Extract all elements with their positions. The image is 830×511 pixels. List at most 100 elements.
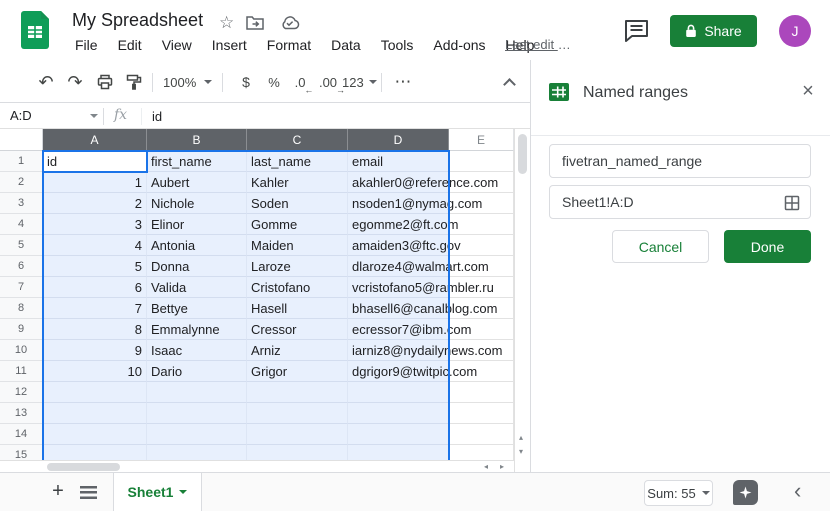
- cell-C2[interactable]: Kahler: [247, 172, 348, 193]
- cell-D12[interactable]: [348, 382, 449, 403]
- horizontal-scrollbar-thumb[interactable]: [47, 463, 120, 471]
- cell-D7[interactable]: vcristofano5@rambler.ru: [348, 277, 449, 298]
- cell-B10[interactable]: Isaac: [147, 340, 247, 361]
- cell-A10[interactable]: 9: [43, 340, 147, 361]
- horizontal-scrollbar[interactable]: ◂ ▸: [0, 460, 514, 472]
- all-sheets-icon[interactable]: [80, 486, 97, 499]
- cell-E13[interactable]: [449, 403, 514, 424]
- menu-item-data[interactable]: Data: [328, 36, 364, 54]
- star-icon[interactable]: ☆: [219, 13, 234, 33]
- print-icon[interactable]: [92, 69, 118, 95]
- cell-B8[interactable]: Bettye: [147, 298, 247, 319]
- cell-B14[interactable]: [147, 424, 247, 445]
- cell-B9[interactable]: Emmalynne: [147, 319, 247, 340]
- cell-A11[interactable]: 10: [43, 361, 147, 382]
- cell-D4[interactable]: egomme2@ft.com: [348, 214, 449, 235]
- range-name-input[interactable]: fivetran_named_range: [549, 144, 811, 178]
- cell-A12[interactable]: [43, 382, 147, 403]
- cell-A7[interactable]: 6: [43, 277, 147, 298]
- cell-A4[interactable]: 3: [43, 214, 147, 235]
- column-header-b[interactable]: B: [147, 129, 247, 151]
- menu-item-insert[interactable]: Insert: [209, 36, 250, 54]
- explore-button[interactable]: [733, 480, 758, 505]
- cancel-button[interactable]: Cancel: [612, 230, 709, 263]
- cell-C3[interactable]: Soden: [247, 193, 348, 214]
- chevron-left-icon[interactable]: ‹: [794, 478, 801, 504]
- cell-B7[interactable]: Valida: [147, 277, 247, 298]
- row-header-11[interactable]: 11: [0, 361, 43, 382]
- cell-D2[interactable]: akahler0@reference.com: [348, 172, 449, 193]
- number-format-button[interactable]: 123: [342, 69, 377, 95]
- menu-item-add-ons[interactable]: Add-ons: [430, 36, 488, 54]
- row-header-2[interactable]: 2: [0, 172, 43, 193]
- menu-item-tools[interactable]: Tools: [378, 36, 417, 54]
- row-header-10[interactable]: 10: [0, 340, 43, 361]
- cell-B5[interactable]: Antonia: [147, 235, 247, 256]
- column-header-e[interactable]: E: [449, 129, 514, 151]
- row-header-4[interactable]: 4: [0, 214, 43, 235]
- increase-decimal-button[interactable]: .00→: [315, 69, 341, 95]
- cell-A6[interactable]: 5: [43, 256, 147, 277]
- cell-C14[interactable]: [247, 424, 348, 445]
- range-reference-input[interactable]: Sheet1!A:D: [549, 185, 811, 219]
- move-folder-icon[interactable]: [246, 15, 264, 30]
- cell-D9[interactable]: ecressor7@ibm.com: [348, 319, 449, 340]
- cell-D10[interactable]: iarniz8@nydailynews.com: [348, 340, 449, 361]
- cell-D15[interactable]: [348, 445, 449, 460]
- cell-D1[interactable]: email: [348, 151, 449, 172]
- scroll-up-icon[interactable]: ▴: [519, 434, 523, 442]
- cell-A15[interactable]: [43, 445, 147, 460]
- cell-C1[interactable]: last_name: [247, 151, 348, 172]
- format-percent-button[interactable]: %: [261, 69, 287, 95]
- cell-B12[interactable]: [147, 382, 247, 403]
- cell-A9[interactable]: 8: [43, 319, 147, 340]
- decrease-decimal-button[interactable]: .0←: [287, 69, 313, 95]
- close-icon[interactable]: ×: [794, 77, 822, 105]
- sum-dropdown[interactable]: Sum: 55: [644, 480, 713, 506]
- cell-C6[interactable]: Laroze: [247, 256, 348, 277]
- scroll-left-icon[interactable]: ◂: [484, 463, 488, 471]
- add-sheet-button[interactable]: +: [46, 479, 70, 503]
- cell-A5[interactable]: 4: [43, 235, 147, 256]
- row-header-6[interactable]: 6: [0, 256, 43, 277]
- cell-E4[interactable]: [449, 214, 514, 235]
- scroll-down-icon[interactable]: ▾: [519, 448, 523, 456]
- name-box[interactable]: A:D: [10, 108, 32, 123]
- cell-D8[interactable]: bhasell6@canalblog.com: [348, 298, 449, 319]
- undo-icon[interactable]: ↶: [33, 69, 59, 95]
- cell-D5[interactable]: amaiden3@ftc.gov: [348, 235, 449, 256]
- cell-D14[interactable]: [348, 424, 449, 445]
- share-button[interactable]: Share: [670, 15, 757, 47]
- cell-D11[interactable]: dgrigor9@twitpic.com: [348, 361, 449, 382]
- row-header-5[interactable]: 5: [0, 235, 43, 256]
- row-header-14[interactable]: 14: [0, 424, 43, 445]
- row-header-13[interactable]: 13: [0, 403, 43, 424]
- cell-C9[interactable]: Cressor: [247, 319, 348, 340]
- row-header-12[interactable]: 12: [0, 382, 43, 403]
- cell-E12[interactable]: [449, 382, 514, 403]
- row-header-9[interactable]: 9: [0, 319, 43, 340]
- column-header-c[interactable]: C: [247, 129, 348, 151]
- paint-format-icon[interactable]: [121, 69, 147, 95]
- zoom-select[interactable]: 100%: [163, 69, 212, 95]
- document-title[interactable]: My Spreadsheet: [72, 10, 203, 31]
- cloud-saved-icon[interactable]: [280, 15, 300, 30]
- cell-C8[interactable]: Hasell: [247, 298, 348, 319]
- cell-B13[interactable]: [147, 403, 247, 424]
- cell-C10[interactable]: Arniz: [247, 340, 348, 361]
- formula-input[interactable]: id: [152, 109, 162, 124]
- sheets-logo-icon[interactable]: [21, 11, 49, 49]
- cell-D3[interactable]: nsoden1@nymag.com: [348, 193, 449, 214]
- row-header-7[interactable]: 7: [0, 277, 43, 298]
- vertical-scrollbar[interactable]: ▴ ▾: [514, 129, 530, 472]
- row-header-1[interactable]: 1: [0, 151, 43, 172]
- redo-icon[interactable]: ↷: [62, 69, 88, 95]
- cell-C15[interactable]: [247, 445, 348, 460]
- grid-corner[interactable]: [0, 129, 43, 151]
- sheet-tab[interactable]: Sheet1: [113, 473, 202, 511]
- cell-C7[interactable]: Cristofano: [247, 277, 348, 298]
- menu-item-edit[interactable]: Edit: [115, 36, 145, 54]
- cell-B4[interactable]: Elinor: [147, 214, 247, 235]
- cell-B11[interactable]: Dario: [147, 361, 247, 382]
- cell-B1[interactable]: first_name: [147, 151, 247, 172]
